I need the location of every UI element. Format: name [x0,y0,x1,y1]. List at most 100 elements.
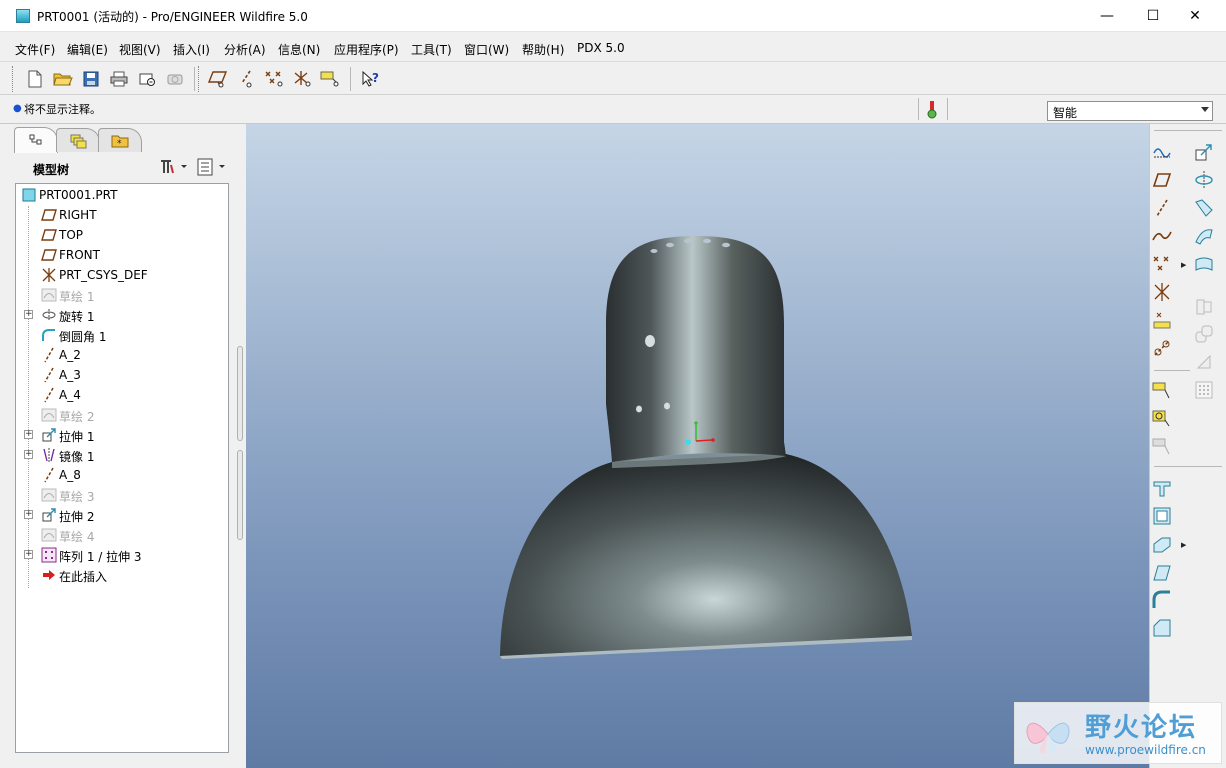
tree-item-a2[interactable]: A_2 [16,345,228,365]
menu-tools[interactable]: 工具(T) [411,41,452,58]
datum-axis-tool-icon[interactable] [1150,196,1174,220]
expand-icon[interactable]: + [24,310,33,319]
annotation-tool-icon[interactable] [1150,378,1174,402]
menu-pdx[interactable]: PDX 5.0 [577,41,625,55]
tree-item-sketch-2[interactable]: 草绘 2 [16,405,228,425]
datum-point-tool-icon[interactable] [1150,252,1174,276]
tree-item-pattern-1[interactable]: + 阵列 1 / 拉伸 3 [16,545,228,565]
favorites-tab[interactable]: * [98,128,142,152]
style-tool-icon[interactable] [1192,294,1216,318]
extrude-tool-icon[interactable] [1192,140,1216,164]
menu-applications[interactable]: 应用程序(P) [334,41,399,58]
graphics-viewport[interactable] [246,124,1149,768]
flyout-arrow-icon-2[interactable]: ▶ [1181,541,1186,549]
menu-view[interactable]: 视图(V) [119,41,161,58]
boundary-blend-icon[interactable] [1192,252,1216,276]
datum-plane-tool-icon[interactable] [1150,168,1174,192]
pattern-tool-icon[interactable] [1192,350,1216,374]
shell-tool-icon[interactable] [1150,504,1174,528]
tree-item-a3[interactable]: A_3 [16,365,228,385]
extrude-icon [40,507,58,523]
expand-icon[interactable]: + [24,550,33,559]
datum-curve-tool-icon[interactable] [1150,224,1174,248]
tree-item-sketch-1[interactable]: 草绘 1 [16,285,228,305]
tree-item-sketch-3[interactable]: 草绘 3 [16,485,228,505]
chamfer-tool-icon[interactable] [1150,616,1174,640]
grid-pattern-icon[interactable] [1192,378,1216,402]
open-folder-icon[interactable] [52,68,74,90]
draft-tool-icon[interactable] [1150,560,1174,584]
copy-tool-icon[interactable] [1192,322,1216,346]
annotation-display-icon[interactable] [320,68,342,90]
annotation-feature-icon[interactable] [1150,406,1174,430]
window-title: PRT0001 (活动的) - Pro/ENGINEER Wildfire 5.… [37,10,308,24]
context-help-icon[interactable]: ? [360,68,382,90]
rib-tool-icon[interactable] [1150,532,1174,556]
layer-tree-tab[interactable] [56,128,100,152]
tree-item-revolve-1[interactable]: + 旋转 1 [16,305,228,325]
tree-item-label: A_3 [59,368,81,382]
maximize-button[interactable]: ☐ [1130,0,1176,32]
tree-show-button[interactable] [196,157,230,177]
datum-plane-display-icon[interactable] [208,68,230,90]
menu-insert[interactable]: 插入(I) [173,41,210,58]
flyout-arrow-icon[interactable]: ▶ [1181,261,1186,269]
hole-tool-icon[interactable] [1150,476,1174,500]
menu-window[interactable]: 窗口(W) [464,41,509,58]
toolbar-grip-2[interactable] [198,66,201,92]
close-button[interactable]: ✕ [1172,0,1218,32]
panel-splitter-handle[interactable] [237,346,243,441]
tree-item-a4[interactable]: A_4 [16,385,228,405]
new-file-icon[interactable] [24,68,46,90]
save-icon[interactable] [80,68,102,90]
sweep-tool-icon[interactable] [1192,196,1216,220]
tree-item-extrude-1[interactable]: + 拉伸 1 [16,425,228,445]
message-bullet-icon: ● [13,103,22,114]
close-window-icon[interactable] [164,68,186,90]
send-mail-icon[interactable] [136,68,158,90]
minimize-button[interactable]: — [1084,0,1130,32]
regen-status-icon[interactable] [925,100,939,120]
menu-info[interactable]: 信息(N) [278,41,320,58]
csys-tool-icon[interactable] [1150,280,1174,304]
analysis-feature-icon[interactable] [1150,308,1174,332]
tree-item-mirror-1[interactable]: + 镜像 1 [16,445,228,465]
menu-file[interactable]: 文件(F) [15,41,55,58]
expand-icon[interactable]: + [24,430,33,439]
tree-item-sketch-4[interactable]: 草绘 4 [16,525,228,545]
menu-analysis[interactable]: 分析(A) [224,41,266,58]
csys-display-icon[interactable] [292,68,314,90]
round-tool-icon[interactable] [1150,588,1174,612]
sketch-tool-icon[interactable] [1150,140,1174,164]
tree-item-top[interactable]: TOP [16,225,228,245]
panel-splitter-handle-2[interactable] [237,450,243,540]
tree-item-front[interactable]: FRONT [16,245,228,265]
toolbar-grip[interactable] [12,66,15,92]
tree-item-label: 在此插入 [59,570,108,584]
menu-help[interactable]: 帮助(H) [522,41,564,58]
model-tree-tab[interactable] [14,127,58,153]
tree-item-extrude-2[interactable]: + 拉伸 2 [16,505,228,525]
publish-geometry-icon[interactable] [1150,336,1174,360]
datum-axis-display-icon[interactable] [236,68,258,90]
model-tree[interactable]: PRT0001.PRT RIGHT TOP FRONT PRT_CSYS_DEF… [15,183,229,753]
model-tree-header: 模型树 [8,151,238,183]
selection-filter-select[interactable]: 智能 [1047,101,1213,121]
tree-item-right[interactable]: RIGHT [16,205,228,225]
print-icon[interactable] [108,68,130,90]
tree-item-round-1[interactable]: 倒圆角 1 [16,325,228,345]
tree-item-csys[interactable]: PRT_CSYS_DEF [16,265,228,285]
lamp-shade-model[interactable] [246,124,1149,768]
tree-item-part[interactable]: PRT0001.PRT [16,185,228,205]
menu-edit[interactable]: 编辑(E) [67,41,108,58]
tree-settings-button[interactable] [158,157,190,177]
annotation-pending-icon[interactable] [1150,434,1174,458]
revolve-tool-icon[interactable] [1192,168,1216,192]
blend-tool-icon[interactable] [1192,224,1216,248]
tree-item-insert-here[interactable]: 在此插入 [16,565,228,585]
tree-item-a8[interactable]: A_8 [16,465,228,485]
expand-icon[interactable]: + [24,510,33,519]
title-bar: PRT0001 (活动的) - Pro/ENGINEER Wildfire 5.… [0,0,1226,32]
datum-point-display-icon[interactable] [264,68,286,90]
expand-icon[interactable]: + [24,450,33,459]
